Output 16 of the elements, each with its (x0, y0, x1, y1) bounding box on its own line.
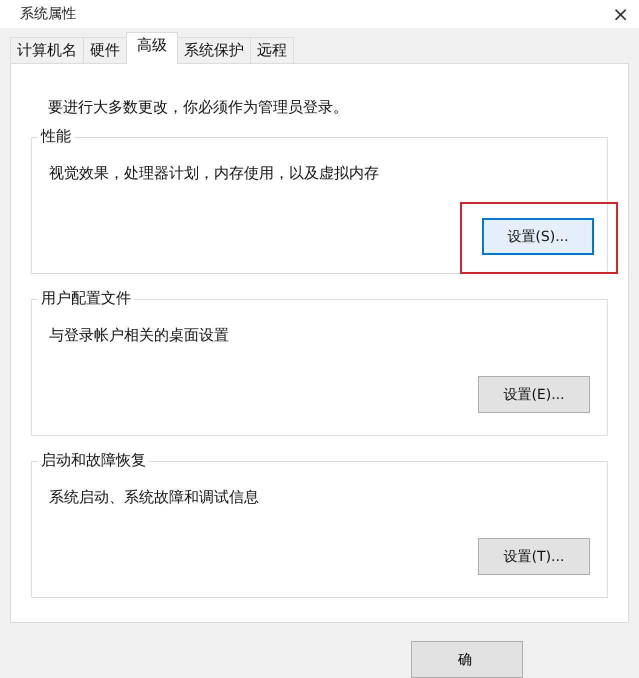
ok-button[interactable]: 确 (411, 641, 523, 678)
admin-notice: 要进行大多数更改，你必须作为管理员登录。 (48, 98, 349, 117)
settings-button[interactable]: 设置(S)... (482, 218, 594, 255)
window-title: 系统属性 (20, 5, 76, 23)
group-title: 性能 (38, 127, 74, 146)
group-description: 与登录帐户相关的桌面设置 (49, 326, 230, 345)
tab[interactable]: 远程 (250, 37, 294, 63)
group-title: 启动和故障恢复 (38, 451, 149, 470)
close-button[interactable]: × (612, 4, 629, 24)
group-description: 系统启动、系统故障和调试信息 (49, 488, 260, 507)
group-description: 视觉效果，处理器计划，内存使用，以及虚拟内存 (49, 164, 380, 183)
settings-button[interactable]: 设置(E)... (478, 376, 590, 413)
tab[interactable]: 计算机名 (10, 37, 84, 63)
tab[interactable]: 高级 (126, 32, 178, 64)
group-title: 用户配置文件 (38, 289, 134, 308)
settings-button[interactable]: 设置(T)... (478, 538, 590, 575)
